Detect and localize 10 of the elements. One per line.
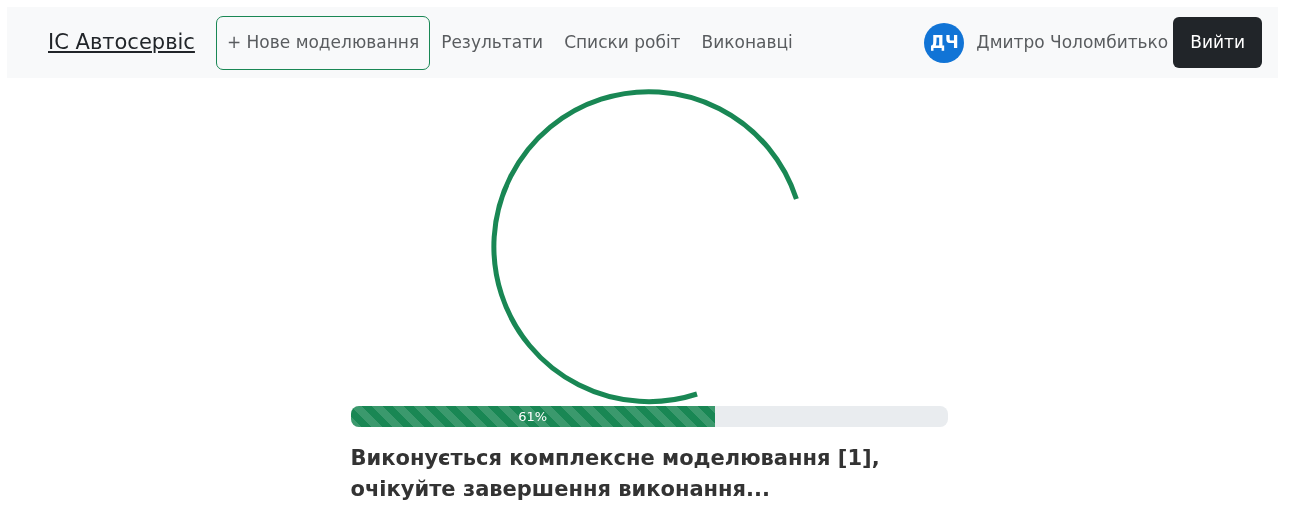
nav-link[interactable]: Результати <box>441 29 544 56</box>
new-simulation-button[interactable]: + Нове моделювання <box>215 15 431 70</box>
nav-link[interactable]: Списки робіт <box>564 29 681 56</box>
brand-link[interactable]: ІС Автосервіс <box>48 26 195 59</box>
logout-button[interactable]: Вийти <box>1173 17 1262 68</box>
progress-fill: 61% <box>350 406 715 427</box>
status-message: Виконується комплексне моделювання [1], очікуйте завершення виконання... <box>350 445 881 503</box>
nav-link[interactable]: Виконавці <box>701 29 793 56</box>
user-name: Дмитро Чоломбитько <box>976 30 1169 54</box>
user-avatar: ДЧ <box>924 22 965 63</box>
